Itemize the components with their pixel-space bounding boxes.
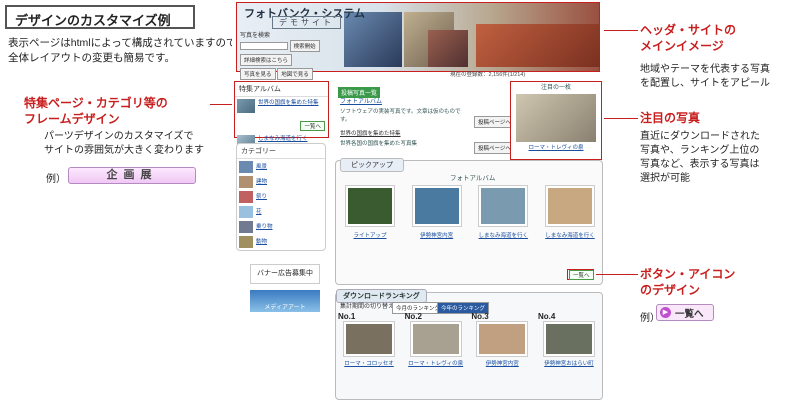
media-art-banner[interactable]: メディアアート <box>250 290 320 312</box>
ranking-photo[interactable] <box>344 322 394 356</box>
tokushu-thumb-1 <box>237 99 255 113</box>
pickup-photo[interactable] <box>479 186 528 226</box>
category-panel: カテゴリー 風景建物祭り花乗り物動物 <box>236 143 326 251</box>
category-label[interactable]: 動物 <box>256 238 267 246</box>
ranking-photo[interactable] <box>543 322 594 356</box>
button-example-text: 一覧へ <box>675 308 704 320</box>
pickup-item[interactable]: しまなみ海道を行く <box>473 186 533 240</box>
category-thumb <box>239 221 253 233</box>
category-thumb <box>239 206 253 218</box>
album-text: ソフトウェアの実装写真です。文章は仮のものです。 <box>340 109 461 123</box>
ranking-switch-label: 集計期間の切り替え <box>340 304 395 310</box>
ranking-item[interactable]: No.3 伊勢神宮内宮 <box>471 312 533 368</box>
category-thumb <box>239 236 253 248</box>
header-photo-3 <box>428 30 468 67</box>
category-title: カテゴリー <box>237 144 325 159</box>
ranking-photo[interactable] <box>477 322 528 356</box>
featured-title: 注目の一枚 <box>540 85 571 91</box>
ranking-tab: ダウンロードランキング <box>336 289 427 303</box>
tokushu-item-2[interactable]: しまなみ海道を行く <box>258 135 308 143</box>
pickup-tab: ピックアップ <box>340 158 404 172</box>
category-label[interactable]: 風景 <box>256 163 267 171</box>
play-icon: ▶ <box>660 307 671 318</box>
featured-annotation-heading: 注目の写真 <box>640 111 701 125</box>
page-title: デザインのカスタマイズ例 <box>5 5 195 29</box>
ranking-item[interactable]: No.4 伊勢神宮おはらい町 <box>538 312 600 368</box>
ranking-item[interactable]: No.1 ローマ・コロッセオ <box>338 312 400 368</box>
kikaku-banner: 企画展 <box>68 167 196 184</box>
tokushu-more-1[interactable]: 一覧へ <box>300 121 325 131</box>
ranking-number: No.3 <box>471 312 489 321</box>
category-row[interactable]: 乗り物 <box>239 221 323 233</box>
view-photo-button[interactable]: 写真を見る <box>240 68 276 80</box>
ranking-number: No.4 <box>537 312 556 321</box>
category-label[interactable]: 花 <box>256 208 262 216</box>
search-input[interactable] <box>240 42 288 51</box>
banner-ad-slot[interactable]: バナー広告募集中 <box>250 264 320 284</box>
tokushu-frame: 特集アルバム 世界の国旗を集めた特集 一覧へ しまなみ海道を行く <box>234 81 329 149</box>
button-arrow <box>596 274 638 275</box>
pickup-more-button[interactable]: 一覧へ <box>569 270 594 280</box>
category-label[interactable]: 祭り <box>256 193 267 201</box>
featured-annotation-body: 直近にダウンロードされた 写真や、ランキング上位の 写真など、表示する写真は 選… <box>640 131 760 184</box>
album-section-2[interactable]: 世界の国旗を集めた特集 <box>340 130 401 138</box>
album-post-button[interactable]: 投稿ページへ <box>474 116 515 128</box>
button-example: ▶ 一覧へ <box>656 304 714 321</box>
pickup-caption[interactable]: 伊勢神宮内宮 <box>407 232 467 240</box>
search-label: 写真を検索 <box>240 33 271 39</box>
count-line: 現在の登録数：2,156件(1/214) <box>450 72 526 78</box>
ranking-number: No.1 <box>338 312 356 321</box>
ranking-caption[interactable]: 伊勢神宮おはらい町 <box>538 360 600 368</box>
album-heading[interactable]: フォトアルバム <box>340 98 382 106</box>
category-row[interactable]: 風景 <box>239 161 323 173</box>
featured-caption[interactable]: ローマ・トレヴィの泉 <box>511 144 601 152</box>
category-row[interactable]: 動物 <box>239 236 323 248</box>
pickup-item[interactable]: 伊勢神宮内宮 <box>407 186 467 240</box>
category-label[interactable]: 建物 <box>256 178 267 186</box>
frame-design-heading: 特集ページ・カテゴリ等の フレームデザイン <box>24 96 168 126</box>
button-annotation-heading: ボタン・アイコン のデザイン <box>640 267 736 297</box>
header-arrow <box>604 30 638 31</box>
category-row[interactable]: 祭り <box>239 191 323 203</box>
category-row[interactable]: 建物 <box>239 176 323 188</box>
ranking-caption[interactable]: ローマ・トレヴィの泉 <box>405 360 467 368</box>
tokushu-item-1[interactable]: 世界の国旗を集めた特集 <box>258 99 319 107</box>
category-thumb <box>239 161 253 173</box>
example-label: 例） <box>46 174 66 185</box>
album-text-2: 世界各国の国旗を集めた写真集 <box>340 141 418 147</box>
ranking-caption[interactable]: 伊勢神宮内宮 <box>471 360 533 368</box>
pickup-caption[interactable]: ライトアップ <box>340 232 400 240</box>
ranking-item[interactable]: No.2 ローマ・トレヴィの泉 <box>405 312 467 368</box>
site-brand-sub: デモサイト <box>272 16 341 29</box>
pickup-photo[interactable] <box>412 186 461 226</box>
intro-text: 表示ページはhtmlによって構成されていますので、全体レイアウトの変更も簡易です… <box>8 37 247 64</box>
featured-arrow <box>604 118 638 119</box>
header-photo-building <box>476 24 600 67</box>
pickup-caption[interactable]: しまなみ海道を行く <box>540 232 600 240</box>
frame-design-body: パーツデザインのカスタマイズで サイトの雰囲気が大きく変わります <box>44 131 204 156</box>
search-button[interactable]: 検索開始 <box>289 40 320 52</box>
pickup-photo[interactable] <box>346 186 394 226</box>
ranking-caption[interactable]: ローマ・コロッセオ <box>338 360 400 368</box>
featured-frame: 注目の一枚 ローマ・トレヴィの泉 <box>510 81 602 160</box>
album-post-button-2[interactable]: 投稿ページへ <box>474 142 515 154</box>
view-map-button[interactable]: 地図で見る <box>277 68 313 80</box>
category-label[interactable]: 乗り物 <box>256 223 273 231</box>
tokushu-title: 特集アルバム <box>235 82 328 97</box>
category-thumb <box>239 191 253 203</box>
pickup-item[interactable]: ライトアップ <box>340 186 400 240</box>
ranking-photo[interactable] <box>410 322 461 356</box>
featured-photo[interactable] <box>516 94 596 142</box>
header-search-area: 写真を検索 検索開始 詳細検索はこちら 写真を見る 地図で見る <box>240 30 330 80</box>
detail-search-link[interactable]: 詳細検索はこちら <box>240 54 293 66</box>
header-annotation-heading: ヘッダ・サイトの メインイメージ <box>640 23 737 53</box>
ranking-number: No.2 <box>404 312 422 321</box>
pickup-photo[interactable] <box>545 186 594 226</box>
header-annotation-body: 地域やテーマを代表する写真 を配置し、サイトをアピール <box>640 64 770 89</box>
category-thumb <box>239 176 253 188</box>
pickup-item[interactable]: しまなみ海道を行く <box>540 186 600 240</box>
pickup-album: フォトアルバム <box>450 175 496 182</box>
category-row[interactable]: 花 <box>239 206 323 218</box>
pickup-caption[interactable]: しまなみ海道を行く <box>473 232 533 240</box>
